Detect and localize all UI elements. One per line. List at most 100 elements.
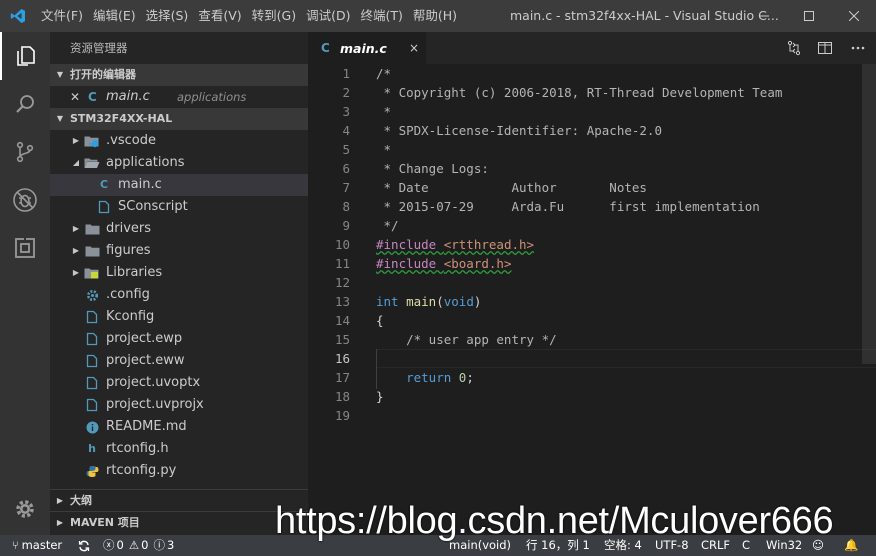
branch-indicator[interactable]: ⑂ master (12, 535, 62, 556)
maximize-button[interactable] (786, 0, 831, 32)
menu-view[interactable]: 查看(V) (193, 5, 246, 27)
close-window-button[interactable] (831, 0, 876, 32)
outline-section-header[interactable]: ▶ 大纲 (50, 489, 308, 511)
tab-main-c[interactable]: C main.c × (308, 32, 426, 64)
menu-file[interactable]: 文件(F) (36, 5, 88, 27)
file-icon (96, 199, 112, 215)
menu-help[interactable]: 帮助(H) (408, 5, 462, 27)
chevron-down-icon: ▼ (56, 70, 64, 79)
tree-item-label: project.uvprojx (106, 397, 204, 412)
more-actions-icon[interactable] (844, 32, 872, 64)
code-token: <board.h> (443, 256, 512, 271)
tree-folder-libraries[interactable]: ▶ Libraries (50, 262, 308, 284)
tree-item-label: project.ewp (106, 331, 183, 346)
outline-label: 大纲 (70, 493, 92, 507)
tree-folder-vscode[interactable]: ▶ .vscode (50, 130, 308, 152)
tree-item-label: Kconfig (106, 309, 155, 324)
line-number: 7 (342, 180, 350, 195)
open-editor-folder: applications (177, 90, 247, 104)
info-count: 3 (166, 538, 175, 552)
line-number: 6 (342, 161, 350, 176)
menu-terminal[interactable]: 终端(T) (355, 5, 407, 27)
notifications-icon[interactable]: 🔔 (844, 535, 858, 556)
chevron-right-icon: ▶ (72, 136, 80, 145)
minimize-button[interactable] (741, 0, 786, 32)
menu-debug[interactable]: 调试(D) (301, 5, 355, 27)
vertical-scrollbar[interactable] (862, 64, 876, 364)
tree-file-sconscript[interactable]: SConscript (50, 196, 308, 218)
open-editors-section-header[interactable]: ▼ 打开的编辑器 (50, 64, 308, 86)
chevron-right-icon: ▶ (72, 246, 80, 255)
code-line: int main(void) (376, 292, 481, 311)
tree-file-project-ewp[interactable]: project.ewp (50, 328, 308, 350)
code-token: main (406, 294, 437, 309)
tree-file-readme-md[interactable]: README.md (50, 416, 308, 438)
vscode-folder-icon (84, 133, 100, 149)
tree-file-config[interactable]: .config (50, 284, 308, 306)
tab-label: main.c (340, 40, 387, 56)
maven-section-header[interactable]: ▶ MAVEN 项目 (50, 511, 308, 533)
explorer-icon[interactable] (0, 32, 50, 80)
tree-file-rtconfig-h[interactable]: h rtconfig.h (50, 438, 308, 460)
code-token: /* user app entry */ (376, 332, 557, 347)
menu-edit[interactable]: 编辑(E) (88, 5, 141, 27)
search-icon[interactable] (0, 80, 50, 128)
tree-file-kconfig[interactable]: Kconfig (50, 306, 308, 328)
code-line: * Date Author Notes (376, 178, 647, 197)
code-editor[interactable]: 1 /* 2 * Copyright (c) 2006-2018, RT-Threa… (308, 64, 876, 535)
tree-file-main-c[interactable]: Cmain.c (50, 174, 308, 196)
line-number: 1 (342, 66, 350, 81)
warning-count: 0 (141, 538, 149, 552)
project-section-header[interactable]: ▼ STM32F4XX-HAL (50, 108, 308, 130)
file-tree: ▶ .vscode ◢ applications Cmain.c SConscript ▶ d… (50, 130, 308, 482)
debug-icon[interactable] (0, 176, 50, 224)
branch-name: master (21, 538, 63, 552)
tree-item-label: SConscript (118, 199, 188, 214)
tree-folder-figures[interactable]: ▶ figures (50, 240, 308, 262)
settings-gear-icon[interactable] (0, 485, 50, 533)
split-editor-icon[interactable] (811, 32, 839, 64)
tree-file-rtconfig-py[interactable]: rtconfig.py (50, 460, 308, 482)
code-token: * (376, 142, 392, 157)
code-line: { (376, 311, 384, 330)
file-icon (84, 397, 100, 413)
source-control-icon[interactable] (0, 128, 50, 176)
problems-indicator[interactable]: ⓧ 0 ⚠ 0 ⓘ 3 (103, 535, 174, 556)
tree-item-label: Libraries (106, 265, 163, 280)
close-editor-icon[interactable]: ✕ (70, 86, 80, 108)
menu-go[interactable]: 转到(G) (247, 5, 301, 27)
tree-file-project-eww[interactable]: project.eww (50, 350, 308, 372)
tree-item-label: project.uvoptx (106, 375, 201, 390)
code-token: ; (466, 370, 474, 385)
tree-folder-applications[interactable]: ◢ applications (50, 152, 308, 174)
line-number: 2 (342, 85, 350, 100)
file-icon (84, 375, 100, 391)
line-number: 3 (342, 104, 350, 119)
extensions-icon[interactable] (0, 224, 50, 272)
code-token: #include (376, 237, 444, 252)
open-changes-icon[interactable] (780, 32, 808, 64)
menu-selection[interactable]: 选择(S) (141, 5, 194, 27)
code-token: * Date Author Notes (376, 180, 647, 195)
tree-file-project-uvoptx[interactable]: project.uvoptx (50, 372, 308, 394)
chevron-right-icon: ▶ (56, 495, 64, 505)
sync-icon[interactable] (78, 535, 90, 556)
tree-file-project-uvprojx[interactable]: project.uvprojx (50, 394, 308, 416)
vscode-logo-icon (0, 0, 36, 32)
tab-bar: C main.c × (308, 32, 876, 64)
code-line: * Change Logs: (376, 159, 489, 178)
info-icon: ⓘ (153, 538, 165, 552)
code-token: #include (376, 256, 444, 271)
code-token: ) (473, 294, 482, 309)
folder-icon (84, 243, 100, 259)
error-count: 0 (116, 538, 124, 552)
tree-folder-drivers[interactable]: ▶ drivers (50, 218, 308, 240)
tab-close-icon[interactable]: × (409, 41, 419, 55)
open-editor-item-main-c[interactable]: ✕ C main.c applications (50, 86, 308, 108)
project-name-label: STM32F4XX-HAL (70, 112, 173, 125)
code-line: * (376, 102, 392, 121)
code-line: /* (376, 64, 391, 83)
gear-file-icon (84, 287, 100, 303)
tree-item-label: README.md (106, 419, 187, 434)
